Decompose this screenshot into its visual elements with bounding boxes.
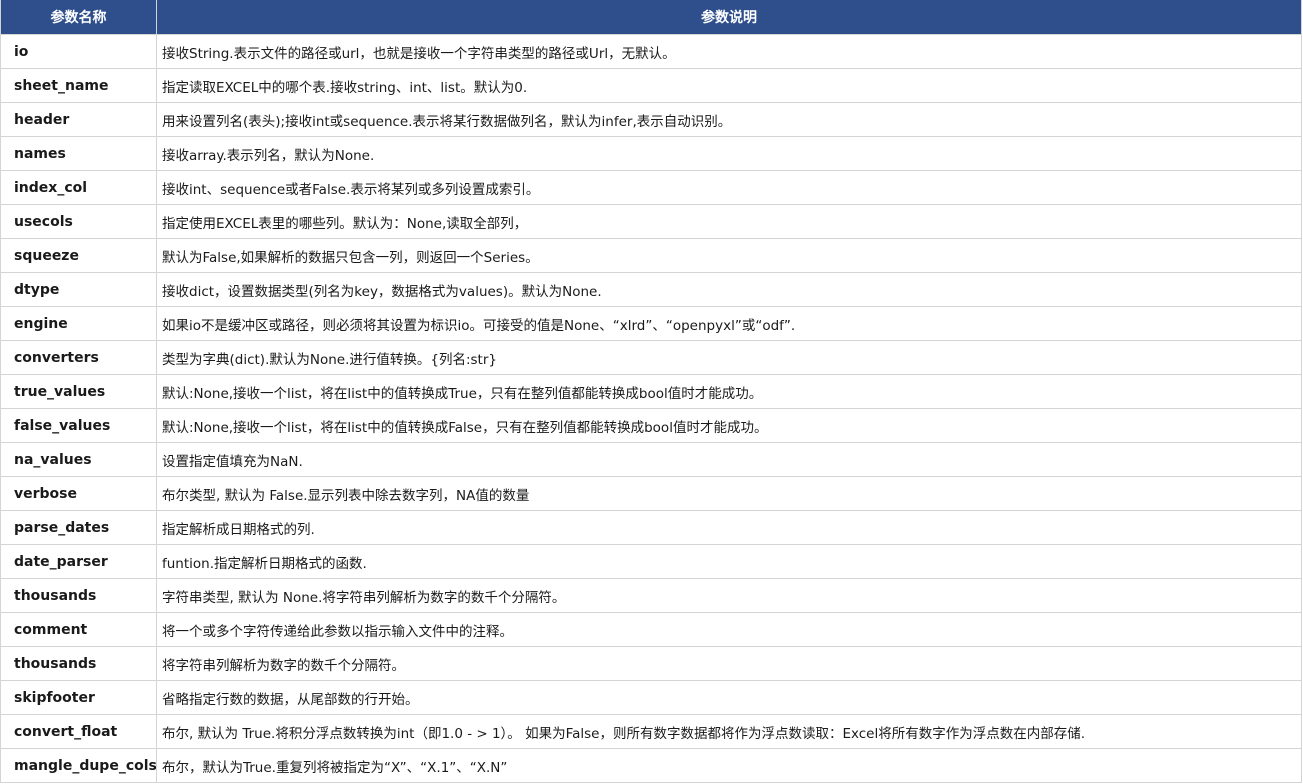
header-param-desc: 参数说明 bbox=[156, 0, 1302, 35]
param-name: sheet_name bbox=[0, 68, 157, 103]
param-name: index_col bbox=[0, 170, 157, 205]
param-name: false_values bbox=[0, 408, 157, 443]
table-row: skipfooter 省略指定行数的数据，从尾部数的行开始。 bbox=[0, 680, 1302, 715]
param-name: na_values bbox=[0, 442, 157, 477]
param-desc: 将字符串列解析为数字的数千个分隔符。 bbox=[156, 646, 1302, 681]
param-name: converters bbox=[0, 340, 157, 375]
table-row: usecols 指定使用EXCEL表里的哪些列。默认为：None,读取全部列， bbox=[0, 204, 1302, 239]
param-name: thousands bbox=[0, 578, 157, 613]
table-row: parse_dates 指定解析成日期格式的列. bbox=[0, 510, 1302, 545]
table-row: thousands 字符串类型, 默认为 None.将字符串列解析为数字的数千个分… bbox=[0, 578, 1302, 613]
param-desc: 设置指定值填充为NaN. bbox=[156, 442, 1302, 477]
table-row: mangle_dupe_cols 布尔，默认为True.重复列将被指定为“X”、“… bbox=[0, 748, 1302, 783]
param-desc: 省略指定行数的数据，从尾部数的行开始。 bbox=[156, 680, 1302, 715]
param-name: thousands bbox=[0, 646, 157, 681]
table-row: io 接收String.表示文件的路径或url，也就是接收一个字符串类型的路径或U… bbox=[0, 34, 1302, 69]
param-name: comment bbox=[0, 612, 157, 647]
table-row: date_parser funtion.指定解析日期格式的函数. bbox=[0, 544, 1302, 579]
table-row: true_values 默认:None,接收一个list，将在list中的值转换成… bbox=[0, 374, 1302, 409]
table-row: names 接收array.表示列名，默认为None. bbox=[0, 136, 1302, 171]
param-desc: 接收String.表示文件的路径或url，也就是接收一个字符串类型的路径或Url… bbox=[156, 34, 1302, 69]
parameter-table: 参数名称 参数说明 io 接收String.表示文件的路径或url，也就是接收一个… bbox=[0, 0, 1302, 783]
param-name: engine bbox=[0, 306, 157, 341]
table-row: na_values 设置指定值填充为NaN. bbox=[0, 442, 1302, 477]
param-name: mangle_dupe_cols bbox=[0, 748, 157, 783]
param-desc: 如果io不是缓冲区或路径，则必须将其设置为标识io。可接受的值是None、“xl… bbox=[156, 306, 1302, 341]
param-desc: 指定读取EXCEL中的哪个表.接收string、int、list。默认为0. bbox=[156, 68, 1302, 103]
param-desc: 指定解析成日期格式的列. bbox=[156, 510, 1302, 545]
table-row: converters 类型为字典(dict).默认为None.进行值转换。{列名:… bbox=[0, 340, 1302, 375]
table-header-row: 参数名称 参数说明 bbox=[0, 0, 1302, 35]
table-row: dtype 接收dict，设置数据类型(列名为key，数据格式为values)。默… bbox=[0, 272, 1302, 307]
table-row: engine 如果io不是缓冲区或路径，则必须将其设置为标识io。可接受的值是No… bbox=[0, 306, 1302, 341]
param-desc: 接收array.表示列名，默认为None. bbox=[156, 136, 1302, 171]
param-name: usecols bbox=[0, 204, 157, 239]
param-name: header bbox=[0, 102, 157, 137]
param-desc: 默认:None,接收一个list，将在list中的值转换成True，只有在整列值… bbox=[156, 374, 1302, 409]
param-desc: 类型为字典(dict).默认为None.进行值转换。{列名:str} bbox=[156, 340, 1302, 375]
table-row: sheet_name 指定读取EXCEL中的哪个表.接收string、int、li… bbox=[0, 68, 1302, 103]
table-row: index_col 接收int、sequence或者False.表示将某列或多列设… bbox=[0, 170, 1302, 205]
table-row: false_values 默认:None,接收一个list，将在list中的值转换… bbox=[0, 408, 1302, 443]
param-desc: 默认:None,接收一个list，将在list中的值转换成False，只有在整列… bbox=[156, 408, 1302, 443]
param-desc: 布尔类型, 默认为 False.显示列表中除去数字列，NA值的数量 bbox=[156, 476, 1302, 511]
param-desc: 用来设置列名(表头);接收int或sequence.表示将某行数据做列名，默认为… bbox=[156, 102, 1302, 137]
param-name: names bbox=[0, 136, 157, 171]
param-desc: 接收dict，设置数据类型(列名为key，数据格式为values)。默认为Non… bbox=[156, 272, 1302, 307]
param-desc: 布尔, 默认为 True.将积分浮点数转换为int（即1.0 - > 1）。 如… bbox=[156, 714, 1302, 749]
table-row: verbose 布尔类型, 默认为 False.显示列表中除去数字列，NA值的数量 bbox=[0, 476, 1302, 511]
param-desc: 将一个或多个字符传递给此参数以指示输入文件中的注释。 bbox=[156, 612, 1302, 647]
param-desc: 布尔，默认为True.重复列将被指定为“X”、“X.1”、“X.N” bbox=[156, 748, 1302, 783]
table-row: header 用来设置列名(表头);接收int或sequence.表示将某行数据做… bbox=[0, 102, 1302, 137]
param-name: parse_dates bbox=[0, 510, 157, 545]
param-desc: funtion.指定解析日期格式的函数. bbox=[156, 544, 1302, 579]
param-name: dtype bbox=[0, 272, 157, 307]
table-row: comment 将一个或多个字符传递给此参数以指示输入文件中的注释。 bbox=[0, 612, 1302, 647]
param-name: true_values bbox=[0, 374, 157, 409]
param-desc: 字符串类型, 默认为 None.将字符串列解析为数字的数千个分隔符。 bbox=[156, 578, 1302, 613]
header-param-name: 参数名称 bbox=[0, 0, 157, 35]
param-name: skipfooter bbox=[0, 680, 157, 715]
param-name: date_parser bbox=[0, 544, 157, 579]
table-row: thousands 将字符串列解析为数字的数千个分隔符。 bbox=[0, 646, 1302, 681]
param-desc: 默认为False,如果解析的数据只包含一列，则返回一个Series。 bbox=[156, 238, 1302, 273]
param-name: squeeze bbox=[0, 238, 157, 273]
param-desc: 接收int、sequence或者False.表示将某列或多列设置成索引。 bbox=[156, 170, 1302, 205]
param-desc: 指定使用EXCEL表里的哪些列。默认为：None,读取全部列， bbox=[156, 204, 1302, 239]
param-name: convert_float bbox=[0, 714, 157, 749]
param-name: io bbox=[0, 34, 157, 69]
table-row: convert_float 布尔, 默认为 True.将积分浮点数转换为int（即… bbox=[0, 714, 1302, 749]
param-name: verbose bbox=[0, 476, 157, 511]
table-row: squeeze 默认为False,如果解析的数据只包含一列，则返回一个Series… bbox=[0, 238, 1302, 273]
